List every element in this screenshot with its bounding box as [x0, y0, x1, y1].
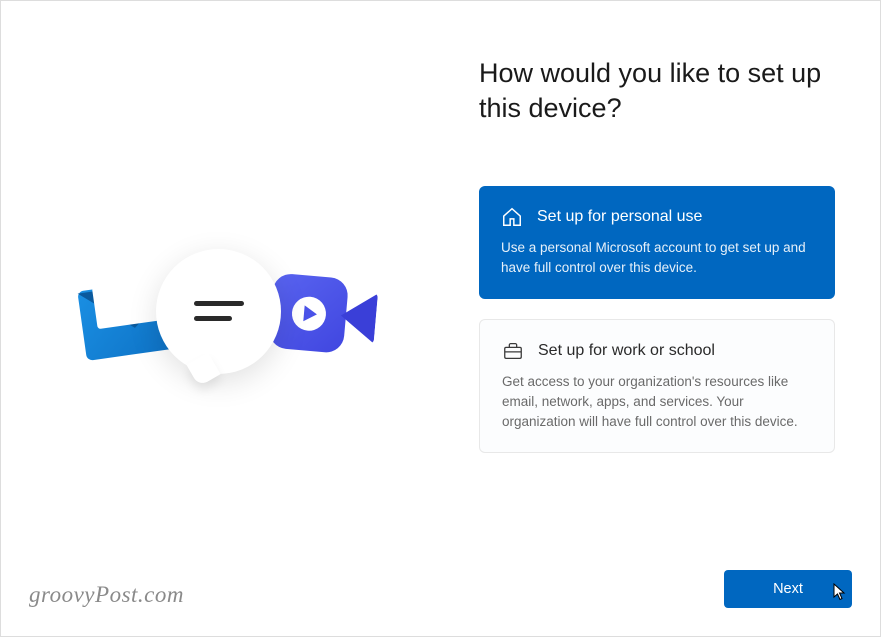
- home-icon: [501, 206, 523, 228]
- option-work-school[interactable]: Set up for work or school Get access to …: [479, 319, 835, 454]
- play-icon: [290, 294, 327, 331]
- footer: groovyPost.com Next: [29, 570, 852, 608]
- video-camera-icon: [267, 264, 379, 363]
- watermark-text: groovyPost.com: [29, 582, 184, 608]
- illustration-panel: [1, 1, 441, 636]
- option-personal-desc: Use a personal Microsoft account to get …: [501, 238, 813, 279]
- cursor-icon: [833, 583, 847, 601]
- option-work-title: Set up for work or school: [538, 342, 715, 360]
- option-work-desc: Get access to your organization's resour…: [502, 372, 812, 433]
- page-title: How would you like to set up this device…: [479, 56, 835, 126]
- option-personal-title: Set up for personal use: [537, 208, 702, 226]
- option-personal-use[interactable]: Set up for personal use Use a personal M…: [479, 186, 835, 299]
- briefcase-icon: [502, 340, 524, 362]
- chat-bubble-icon: [156, 249, 281, 374]
- content-panel: How would you like to set up this device…: [441, 1, 880, 636]
- setup-options: Set up for personal use Use a personal M…: [479, 186, 835, 453]
- setup-screen: How would you like to set up this device…: [1, 1, 880, 636]
- hero-illustration: [61, 219, 381, 419]
